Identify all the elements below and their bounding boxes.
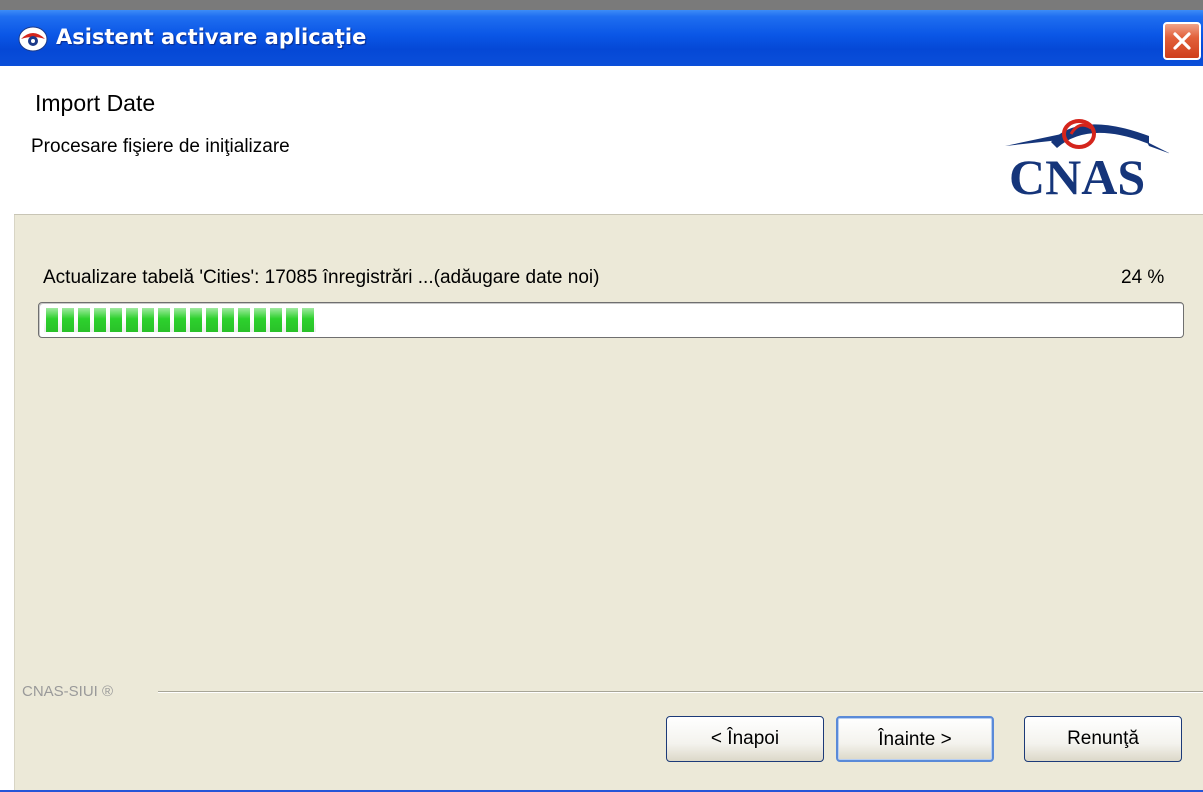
wizard-header: Import Date Procesare fişiere de iniţial… [14,66,1203,215]
footer-divider [158,691,1203,693]
footer-brand-label: CNAS-SIUI ® [22,683,114,700]
next-button[interactable]: Înainte > [836,716,994,762]
back-button[interactable]: < Înapoi [666,716,824,762]
page-title: Import Date [35,90,156,116]
close-button[interactable] [1163,22,1201,60]
progress-percent: 24 % [1121,267,1165,288]
progress-status-text: Actualizare tabelă 'Cities': 17085 înreg… [43,267,600,288]
window-title: Asistent activare aplicaţie [56,25,367,49]
left-border [0,66,15,792]
progress-bar [38,302,1184,338]
progress-bar-fill [44,308,316,332]
app-eye-icon [18,26,48,52]
title-bar[interactable]: Asistent activare aplicaţie [0,10,1203,66]
page-subtitle: Procesare fişiere de iniţializare [31,136,290,157]
wizard-window: Asistent activare aplicaţie Import Date … [0,10,1203,792]
cnas-logo: CNAS [1005,119,1169,196]
cancel-button[interactable]: Renunţă [1024,716,1182,762]
svg-text:CNAS: CNAS [1009,149,1145,196]
close-icon [1173,32,1191,50]
